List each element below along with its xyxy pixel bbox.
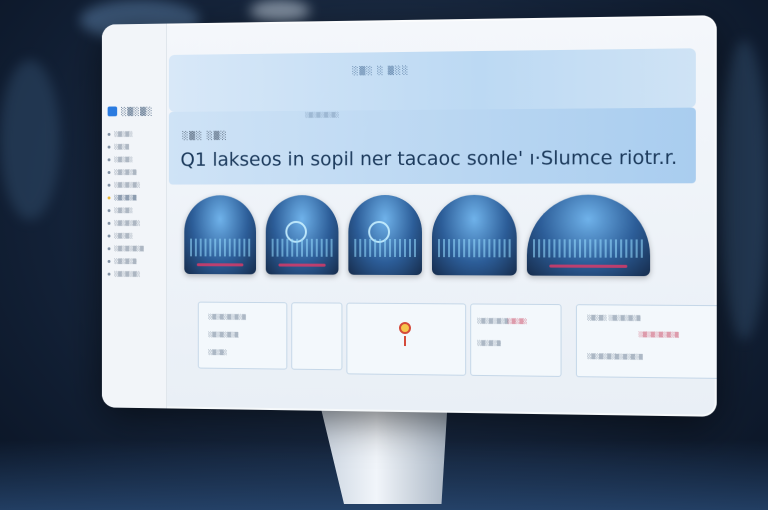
sidebar-item-label: ░▒░▒░ — [114, 233, 133, 240]
sidebar-item[interactable]: ░▒░▒ — [107, 140, 166, 153]
sidebar-item[interactable]: ░▒░▒░▒░ — [107, 268, 166, 281]
sidebar-item-label: ░▒░▒░▒ — [114, 194, 137, 201]
info-panel-left[interactable]: ░▒░▒░▒░▒░▒ ░▒░▒░▒░▒ ░▒░▒░ — [197, 301, 288, 370]
panel-row: ░▒░▒░ ░▒░▒░▒░▒ — [587, 315, 641, 322]
background-light — [250, 0, 310, 22]
card-settings-preview[interactable] — [348, 194, 422, 276]
sidebar-nav: ░▒░▒░ ░▒░▒ ░▒░▒░ ░▒░▒░▒ ░▒░▒░▒░ ░▒░▒░▒ ░▒░▒░ ░▒… — [107, 128, 166, 281]
sidebar-item[interactable]: ░▒░▒░▒░▒ — [107, 242, 166, 255]
sidebar-item-label: ░▒░▒░ — [114, 207, 133, 214]
info-panel-map[interactable] — [346, 302, 467, 376]
map-pin-icon — [399, 321, 411, 335]
panel-row: ░▒░▒░▒░▒░▒ — [208, 314, 246, 321]
card-search-preview[interactable] — [265, 195, 339, 275]
hero-headline: Q1 lakseos in sopil ner tacaoc sonle' ı·… — [180, 146, 678, 171]
sidebar-item[interactable]: ░▒░▒░▒ — [107, 255, 166, 268]
panel-row: ░▒░▒░▒ — [477, 340, 501, 347]
info-panel-left-2[interactable] — [291, 302, 343, 371]
bullet-icon — [107, 171, 111, 174]
info-panel-mid[interactable]: ░▒░▒░▒░▒ ░▒░▒░ ░▒░▒░▒ — [470, 303, 562, 377]
bullet-icon — [107, 145, 111, 149]
bullet-icon — [107, 221, 111, 225]
bullet-icon — [107, 209, 111, 213]
app-logo[interactable]: ░▒░▒░ — [107, 106, 166, 117]
panel-row: ░▒░▒░▒░▒░▒░▒░▒ — [587, 353, 643, 361]
card-dashboard-preview[interactable] — [184, 195, 257, 275]
hero-banner: ░▒░ ░▒░ Q1 lakseos in sopil ner tacaoc s… — [168, 107, 696, 185]
card-chart-preview[interactable] — [431, 194, 517, 276]
sidebar-item-label: ░▒░▒░▒░ — [114, 220, 141, 227]
sidebar-item-label: ░▒░▒░ — [114, 156, 133, 163]
bullet-icon — [107, 158, 111, 162]
background-light — [720, 40, 768, 340]
bullet-icon — [107, 196, 111, 200]
sidebar-item[interactable]: ░▒░▒░ — [107, 204, 166, 217]
sidebar-item-label: ░▒░▒░▒░ — [114, 271, 141, 278]
sidebar-item[interactable]: ░▒░▒░ — [107, 153, 166, 166]
logo-icon — [107, 106, 118, 117]
logo-text: ░▒░▒░ — [120, 106, 153, 116]
subtitle: ░▒░▒░▒░▒░ — [304, 112, 340, 119]
monitor-screen: ░▒░ ░ ▒░░ ░▒░▒░ ░▒░▒░ ░▒░▒ ░▒░▒░ ░▒░▒░▒ ░▒░▒… — [101, 15, 717, 417]
sidebar-item-label: ░▒░▒ — [114, 144, 129, 151]
sidebar-item[interactable]: ░▒░▒░ — [107, 230, 166, 243]
sidebar-item[interactable]: ░▒░▒░▒ — [107, 166, 166, 179]
info-panel-right[interactable]: ░▒░▒░ ░▒░▒░▒░▒ ░▒░▒░▒░▒░▒ ░▒░▒░▒░▒░▒░▒░▒ — [575, 304, 717, 380]
bullet-icon — [107, 259, 111, 263]
panel-row: ░▒░▒░▒░▒ — [477, 318, 509, 325]
panel-row: ░▒░▒░▒░▒ — [208, 332, 239, 339]
bullet-icon — [107, 132, 111, 136]
bullet-icon — [107, 247, 111, 251]
card-analytics-preview[interactable] — [526, 194, 651, 277]
sidebar-item-label: ░▒░▒░ — [114, 131, 133, 138]
top-header: ░▒░ ░ ▒░░ — [168, 48, 696, 112]
sidebar-item[interactable]: ░▒░▒░ — [107, 128, 166, 141]
bullet-icon — [107, 272, 111, 276]
sidebar: ░▒░▒░ ░▒░▒░ ░▒░▒ ░▒░▒░ ░▒░▒░▒ ░▒░▒░▒░ ░▒░▒░▒ ░… — [101, 23, 167, 409]
bullet-icon — [107, 183, 111, 187]
hero-kicker: ░▒░ ░▒░ — [182, 131, 228, 141]
sidebar-item-label: ░▒░▒░▒░ — [114, 182, 141, 189]
sidebar-item[interactable]: ░▒░▒░▒░ — [107, 179, 166, 192]
panel-row: ░▒░▒░▒░▒░▒ — [638, 332, 679, 339]
panel-row: ░▒░▒░ — [507, 318, 528, 326]
preview-cards — [184, 194, 651, 277]
sidebar-item-label: ░▒░▒░▒ — [114, 258, 137, 265]
sidebar-item-label: ░▒░▒░▒░▒ — [114, 245, 144, 252]
panel-row: ░▒░▒░ — [208, 349, 228, 357]
bullet-icon — [107, 234, 111, 238]
sidebar-item-label: ░▒░▒░▒ — [114, 169, 137, 176]
app-title: ░▒░ ░ ▒░░ — [352, 65, 410, 76]
sidebar-item[interactable]: ░▒░▒░▒░ — [107, 217, 166, 230]
background-light — [0, 60, 60, 220]
sidebar-item[interactable]: ░▒░▒░▒ — [107, 191, 166, 204]
